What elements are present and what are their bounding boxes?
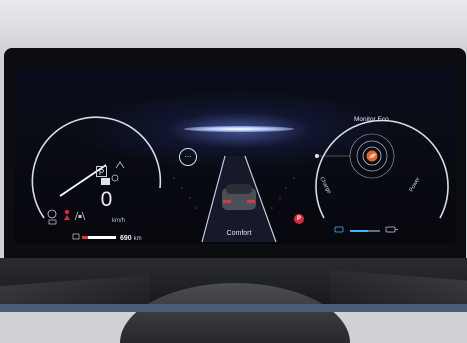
- hand-brake-icon: [111, 174, 119, 182]
- battery-icon: [72, 233, 80, 240]
- parking-brake-warning-icon: P: [294, 214, 304, 224]
- gear-sub-indicator: [101, 178, 110, 185]
- car-icon: [222, 184, 256, 210]
- charge-level-bar: [350, 230, 380, 232]
- autohold-icon: [47, 209, 57, 225]
- speed-unit: km/h: [112, 218, 126, 224]
- range-unit: km: [133, 236, 142, 242]
- more-button[interactable]: ...: [179, 148, 197, 166]
- instrument-cluster-screen: Charge Power P 0 km/h 690 km ... Comfort…: [14, 68, 456, 244]
- range-readout: 690 km: [120, 235, 142, 242]
- image-frame-edge: [0, 304, 467, 312]
- speed-readout: 0: [100, 188, 113, 211]
- range-value: 690: [120, 235, 132, 242]
- eco-label-charge: Charge: [318, 176, 332, 195]
- gauge-graphics: Charge Power: [31, 116, 449, 243]
- camera-icon: [334, 226, 344, 233]
- driver-assist-icon: [115, 161, 125, 169]
- eco-gauge-arc: [315, 119, 449, 219]
- gear-indicator: P: [96, 166, 107, 177]
- drive-mode-label: Comfort: [226, 230, 252, 237]
- seatbelt-icon: [64, 210, 70, 220]
- charge-plug-icon: [385, 226, 398, 233]
- eco-monitor-title: Monitor Eco: [354, 116, 389, 123]
- lane-assist-icon: [74, 211, 86, 221]
- fuel-level-bar: [82, 236, 116, 239]
- eco-label-power: Power: [409, 176, 422, 193]
